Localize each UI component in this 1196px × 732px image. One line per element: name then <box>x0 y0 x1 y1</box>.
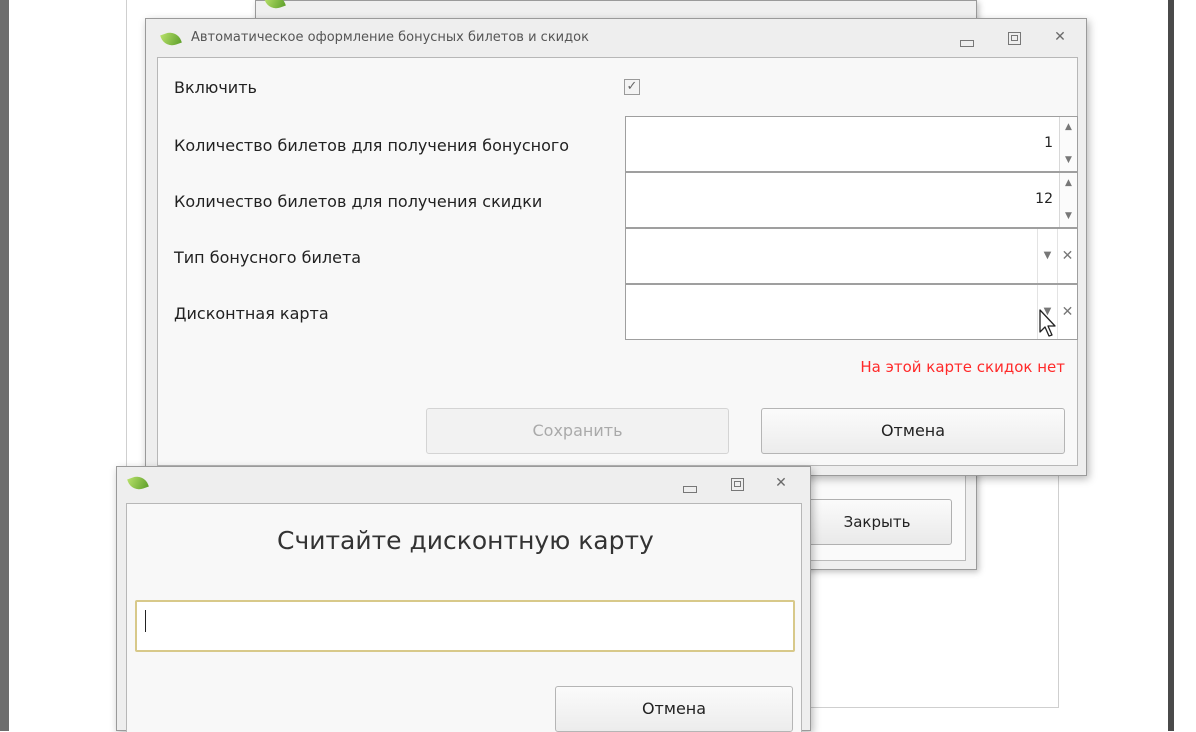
spin-down-icon[interactable]: ▼ <box>1065 211 1072 221</box>
discount-count-value: 12 <box>1035 191 1053 207</box>
background-close-label: Закрыть <box>843 513 911 531</box>
discount-card-combobox[interactable]: ▼ ✕ <box>625 284 1078 340</box>
spin-up-icon[interactable]: ▲ <box>1065 122 1072 132</box>
minimize-icon[interactable] <box>954 31 978 49</box>
discount-count-label: Количество билетов для получения скидки <box>174 192 543 211</box>
mouse-pointer-icon <box>1039 309 1056 337</box>
maximize-icon[interactable] <box>725 475 749 493</box>
maximize-icon[interactable] <box>1002 29 1026 47</box>
bonus-count-stepper[interactable]: 1 ▲ ▼ <box>625 116 1078 172</box>
discount-card-label: Дисконтная карта <box>174 304 329 323</box>
read-card-dialog: ✕ Считайте дисконтную карту Отмена <box>116 466 811 732</box>
spin-up-icon[interactable]: ▲ <box>1065 178 1072 188</box>
save-button[interactable]: Сохранить <box>426 408 729 454</box>
save-button-label: Сохранить <box>532 421 623 440</box>
title-bar[interactable]: Автоматическое оформление бонусных билет… <box>146 19 1086 57</box>
dialog-content: Считайте дисконтную карту Отмена <box>126 503 802 732</box>
bonus-type-label: Тип бонусного билета <box>174 248 362 267</box>
read-card-heading: Считайте дисконтную карту <box>277 526 654 555</box>
bonus-count-spinner[interactable]: ▲ ▼ <box>1059 117 1077 171</box>
background-close-button[interactable]: Закрыть <box>808 499 952 545</box>
host-divider-right <box>1058 476 1059 708</box>
spin-down-icon[interactable]: ▼ <box>1065 155 1072 165</box>
clear-icon[interactable]: ✕ <box>1057 229 1077 283</box>
discount-card-error: На этой карте скидок нет <box>860 358 1065 376</box>
bonus-settings-dialog: Автоматическое оформление бонусных билет… <box>145 18 1087 476</box>
clear-icon[interactable]: ✕ <box>1057 285 1077 339</box>
cancel-button[interactable]: Отмена <box>761 408 1065 454</box>
discount-count-stepper[interactable]: 12 ▲ ▼ <box>625 172 1078 228</box>
dialog-title: Автоматическое оформление бонусных билет… <box>191 30 589 45</box>
close-icon[interactable]: ✕ <box>1048 29 1072 47</box>
bonus-count-value: 1 <box>1044 135 1053 151</box>
enable-label: Включить <box>174 78 257 97</box>
chevron-down-icon[interactable]: ▼ <box>1037 229 1057 283</box>
enable-checkbox[interactable]: ✓ <box>624 79 640 95</box>
cancel-button-label: Отмена <box>880 421 946 440</box>
leaf-icon <box>127 473 149 493</box>
card-cancel-button[interactable]: Отмена <box>555 686 793 732</box>
minimize-icon[interactable] <box>677 477 701 495</box>
bonus-count-label: Количество билетов для получения бонусно… <box>174 136 570 155</box>
close-icon[interactable]: ✕ <box>769 475 793 493</box>
host-right-edge <box>1168 0 1196 731</box>
card-cancel-button-label: Отмена <box>641 699 707 718</box>
dialog-content: Включить ✓ Количество билетов для получе… <box>157 57 1078 466</box>
discount-count-spinner[interactable]: ▲ ▼ <box>1059 173 1077 227</box>
host-left-edge <box>0 0 9 731</box>
leaf-icon <box>160 29 182 49</box>
title-bar[interactable]: ✕ <box>117 467 810 503</box>
bonus-type-combobox[interactable]: ▼ ✕ <box>625 228 1078 284</box>
card-number-input[interactable] <box>135 600 795 652</box>
text-caret <box>145 610 146 632</box>
leaf-icon <box>264 0 286 12</box>
